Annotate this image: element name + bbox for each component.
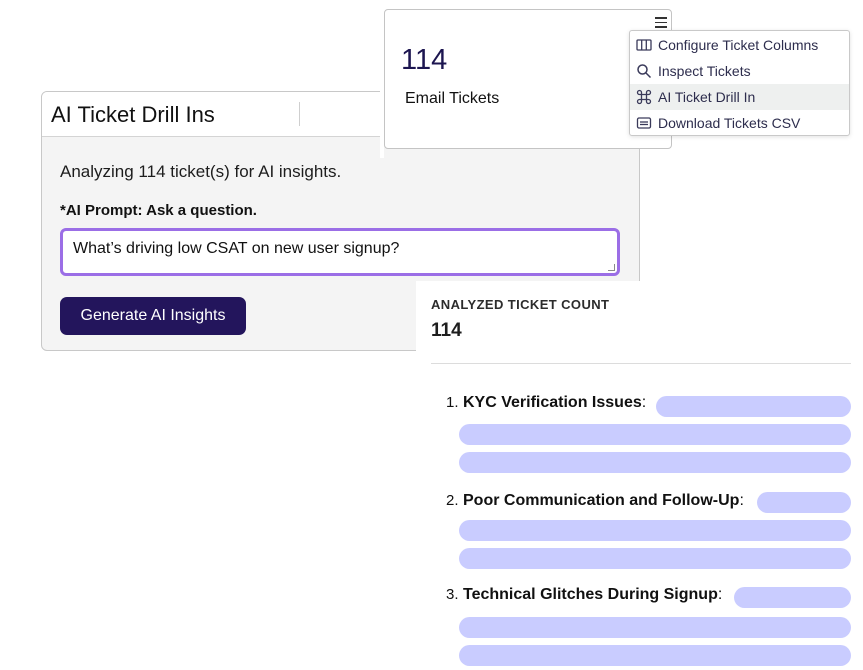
insight-colon: : <box>739 492 744 509</box>
insight-title: KYC Verification Issues <box>463 394 642 411</box>
command-icon <box>636 89 652 105</box>
insight-colon: : <box>641 394 647 411</box>
loading-skeleton <box>459 617 851 638</box>
loading-skeleton <box>459 452 851 473</box>
menu-item-label: Configure Ticket Columns <box>658 37 819 53</box>
ai-insights-results: ANALYZED TICKET COUNT 114 1. KYC Verifica… <box>416 281 863 670</box>
menu-item-download-csv[interactable]: Download Tickets CSV <box>630 110 849 136</box>
columns-icon <box>636 39 652 51</box>
generate-ai-insights-button[interactable]: Generate AI Insights <box>60 297 246 335</box>
menu-item-label: Download Tickets CSV <box>658 115 801 131</box>
insight-number: 2. <box>446 492 459 509</box>
analyzed-count-heading: ANALYZED TICKET COUNT <box>431 297 610 312</box>
resize-handle-icon[interactable] <box>608 264 615 271</box>
loading-skeleton <box>459 424 851 445</box>
card-context-menu: Configure Ticket Columns Inspect Tickets… <box>629 30 850 136</box>
insight-item: 3. Technical Glitches During Signup: <box>446 586 851 666</box>
insight-title: Technical Glitches During Signup <box>463 586 718 603</box>
loading-skeleton <box>459 645 851 666</box>
panel-body: Analyzing 114 ticket(s) for AI insights.… <box>60 162 625 276</box>
menu-item-inspect-tickets[interactable]: Inspect Tickets <box>630 58 849 84</box>
menu-item-ai-drill-in[interactable]: AI Ticket Drill In <box>630 84 849 110</box>
insight-item: 2. Poor Communication and Follow-Up: <box>446 492 851 569</box>
insight-number: 3. <box>446 586 459 603</box>
ai-prompt-input[interactable]: What’s driving low CSAT on new user sign… <box>60 228 620 276</box>
loading-skeleton <box>656 396 851 417</box>
insight-colon: : <box>717 586 723 603</box>
loading-skeleton <box>459 548 851 569</box>
hamburger-icon[interactable] <box>655 17 667 28</box>
download-icon <box>636 117 652 129</box>
menu-item-configure-columns[interactable]: Configure Ticket Columns <box>630 32 849 58</box>
analyzed-count-value: 114 <box>431 320 462 341</box>
ticket-count: 114 <box>401 44 448 76</box>
insight-title: Poor Communication and Follow-Up <box>463 492 740 509</box>
loading-skeleton <box>459 520 851 541</box>
insight-number: 1. <box>446 394 459 411</box>
insight-item: 1. KYC Verification Issues: <box>446 394 851 473</box>
results-divider <box>431 363 851 364</box>
ticket-card-label: Email Tickets <box>405 90 500 107</box>
loading-skeleton <box>734 587 851 608</box>
prompt-label: *AI Prompt: Ask a question. <box>60 202 257 219</box>
panel-title: AI Ticket Drill Ins <box>51 102 215 127</box>
analyzing-status-text: Analyzing 114 ticket(s) for AI insights. <box>60 162 342 181</box>
ai-prompt-value: What’s driving low CSAT on new user sign… <box>73 240 400 257</box>
menu-item-label: AI Ticket Drill In <box>658 89 756 105</box>
header-divider <box>299 102 300 126</box>
loading-skeleton <box>757 492 851 513</box>
search-icon <box>637 64 652 79</box>
menu-item-label: Inspect Tickets <box>658 63 751 79</box>
